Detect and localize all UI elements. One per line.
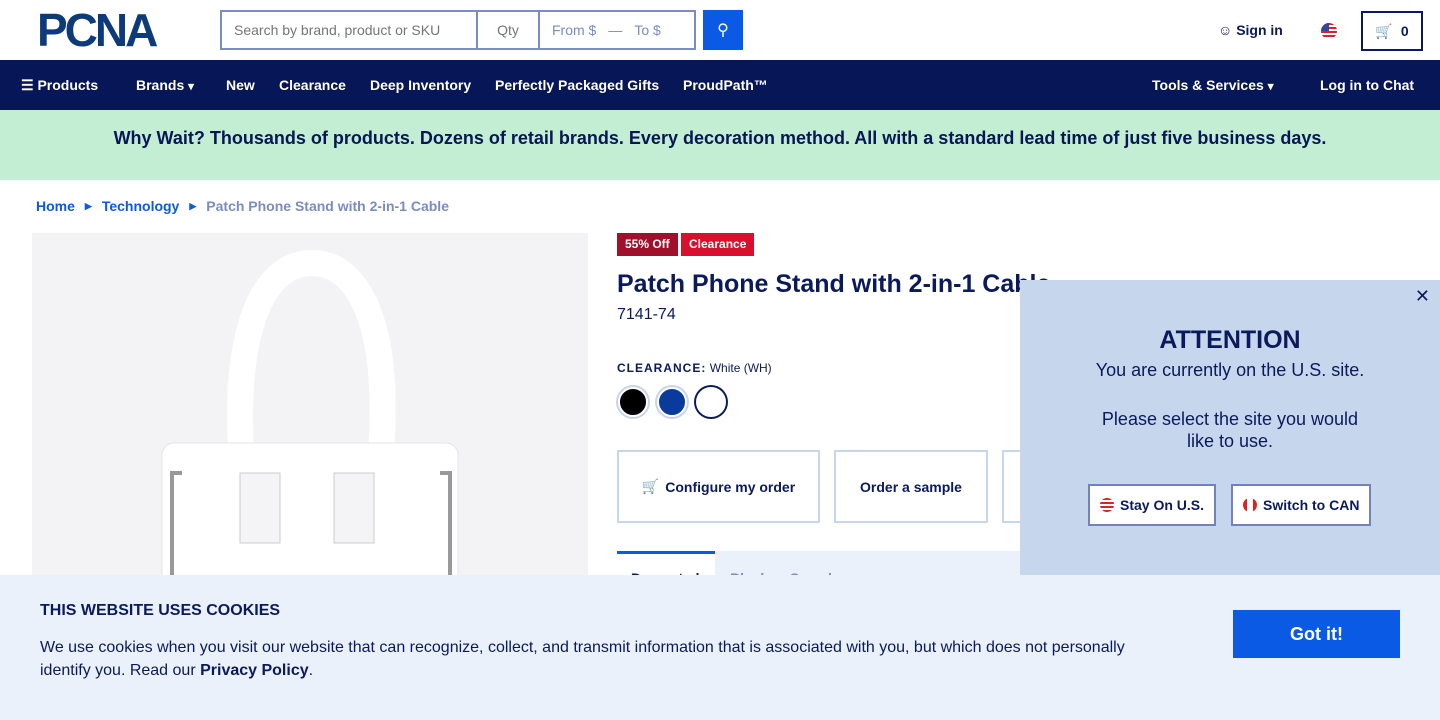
cookie-text: We use cookies when you visit our websit… [40,636,1140,682]
header: PCNA From $ — To $ ⚲ ☺ Sign in 🛒0 [0,0,1440,60]
search-button[interactable]: ⚲ [703,10,743,50]
breadcrumb-current: Patch Phone Stand with 2-in-1 Cable [206,198,449,214]
cookie-banner: THIS WEBSITE USES COOKIES We use cookies… [0,575,1440,720]
sign-in-label: Sign in [1236,22,1283,38]
close-icon[interactable]: ✕ [1415,286,1430,307]
product-sku: 7141-74 [617,306,676,323]
caret-right-icon: ▶ [84,201,92,211]
nav-clearance[interactable]: Clearance [279,77,346,93]
nav-brands[interactable]: Brands ▾ [136,77,194,93]
to-price-input[interactable]: To $ [634,22,660,38]
privacy-policy-link[interactable]: Privacy Policy [200,662,309,679]
modal-line-2: Please select the site you would like to… [1101,409,1359,451]
swatch-white[interactable] [696,387,726,417]
nav-tools-label: Tools & Services [1152,77,1264,93]
phone-stand-illustration [161,249,459,593]
stay-us-button[interactable]: Stay On U.S. [1088,484,1217,526]
main-nav: ☰ Products Brands ▾ New Clearance Deep I… [0,60,1440,110]
configure-order-button[interactable]: 🛒 Configure my order [617,450,820,523]
color-selection: CLEARANCE: White (WH) [617,361,772,375]
caret-down-icon: ▾ [1267,80,1274,93]
nav-proudpath[interactable]: ProudPath™ [683,77,768,93]
search-input[interactable] [222,12,478,48]
nav-products-label: Products [37,77,99,93]
user-icon: ☺ [1218,22,1233,38]
clearance-badge: Clearance [681,233,755,256]
swatch-blue[interactable] [657,387,687,417]
menu-icon: ☰ [21,77,34,93]
modal-line-1: You are currently on the U.S. site. [1095,360,1365,380]
cart-button[interactable]: 🛒 0 [1361,11,1423,51]
search-icon: ⚲ [717,22,729,39]
breadcrumb-technology[interactable]: Technology [102,198,180,214]
us-flag-icon [1100,498,1114,512]
modal-title: ATTENTION [1159,326,1301,354]
product-title: Patch Phone Stand with 2-in-1 Cable [617,270,1051,298]
cart-count: 0 [1400,23,1409,39]
product-image[interactable] [32,233,588,593]
nav-deep-inventory[interactable]: Deep Inventory [370,77,471,93]
breadcrumb-home[interactable]: Home [36,198,75,214]
price-range: From $ — To $ [540,12,694,48]
site-select-modal: ✕ ATTENTION You are currently on the U.S… [1020,280,1440,575]
configure-label: Configure my order [665,478,796,495]
accept-cookies-button[interactable]: Got it! [1233,610,1400,658]
stay-label: Stay On U.S. [1120,497,1205,513]
canada-flag-icon [1243,498,1257,512]
nav-brands-label: Brands [136,77,185,93]
cookie-period: . [308,662,314,679]
from-price-input[interactable]: From $ [552,22,596,38]
switch-label: Switch to CAN [1263,497,1360,513]
breadcrumb: Home ▶ Technology ▶ Patch Phone Stand with… [36,198,449,214]
nav-tools[interactable]: Tools & Services ▾ [1152,77,1274,93]
nav-gifts[interactable]: Perfectly Packaged Gifts [495,77,659,93]
caret-down-icon: ▾ [188,80,194,93]
qty-input[interactable] [478,12,540,48]
swatch-black[interactable] [618,387,648,417]
search-bar: From $ — To $ [220,10,696,50]
cart-icon: 🛒 [641,478,660,494]
color-value: White (WH) [709,361,772,375]
discount-badge: 55% Off [617,233,678,256]
order-sample-button[interactable]: Order a sample [834,450,988,523]
nav-chat[interactable]: Log in to Chat [1320,77,1414,93]
nav-products[interactable]: ☰ Products [21,77,98,94]
switch-can-button[interactable]: Switch to CAN [1231,484,1372,526]
us-flag-icon[interactable] [1321,23,1337,39]
range-dash: — [608,22,623,38]
nav-new[interactable]: New [226,77,255,93]
caret-right-icon: ▶ [189,201,197,211]
pcna-logo[interactable]: PCNA [37,7,158,53]
promo-banner: Why Wait? Thousands of products. Dozens … [0,110,1440,180]
color-label: CLEARANCE: [617,361,707,375]
cookie-title: THIS WEBSITE USES COOKIES [40,602,281,619]
cart-icon: 🛒 [1375,22,1393,39]
sign-in-link[interactable]: ☺ Sign in [1218,22,1283,38]
